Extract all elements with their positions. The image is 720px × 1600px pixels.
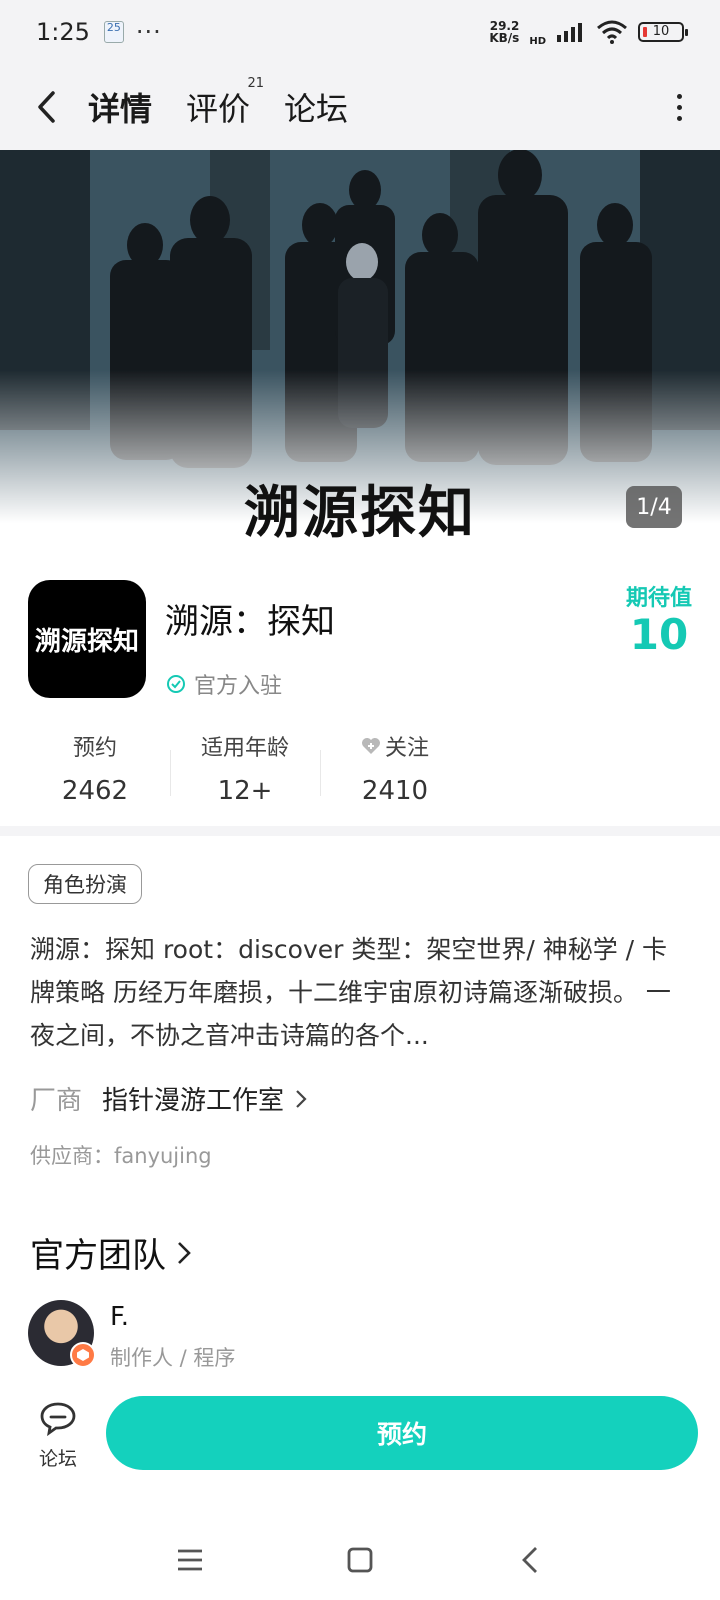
- forum-label: 论坛: [38, 1448, 77, 1470]
- stats-row: 预约 2462 适用年龄 12+ 关注 2410: [20, 730, 470, 802]
- chevron-right-icon: [296, 1089, 307, 1108]
- stat-followers-value: 2410: [361, 776, 429, 802]
- battery-level: 10: [652, 24, 670, 39]
- signal-icon: [557, 23, 582, 42]
- more-options-button[interactable]: [664, 87, 694, 127]
- member-role: 制作人 / 程序: [110, 1346, 236, 1370]
- stat-age-rating: 适用年龄 12+: [170, 730, 320, 802]
- supplier-info: 供应商：fanyujing: [30, 1144, 212, 1168]
- tab-details[interactable]: 详情: [84, 84, 156, 130]
- top-nav: 详情 评价 21 论坛: [0, 64, 720, 150]
- vendor-label: 厂商: [30, 1086, 83, 1116]
- game-description[interactable]: 溯源：探知 root：discover 类型：架空世界/ 神秘学 / 卡牌策略 …: [30, 928, 690, 1057]
- status-indicators: 29.2 KB/s HD 10: [489, 18, 688, 47]
- vendor-link[interactable]: 厂商 指针漫游工作室: [30, 1080, 308, 1117]
- stat-reservations-value: 2462: [61, 776, 129, 802]
- hd-label: HD: [529, 35, 546, 47]
- menu-button[interactable]: [170, 1540, 210, 1580]
- tab-reviews-count: 21: [247, 76, 265, 91]
- network-speed-unit: KB/s: [489, 31, 520, 45]
- game-title: 溯源：探知: [165, 602, 335, 642]
- network-speed: 29.2 KB/s: [489, 20, 519, 44]
- game-icon-text: 溯源探知: [34, 626, 139, 657]
- stat-followers[interactable]: 关注 2410: [320, 730, 470, 802]
- expectation-value: 10: [629, 610, 689, 659]
- expectation-score: 期待值 10: [626, 580, 692, 658]
- section-divider: [0, 826, 720, 836]
- game-app-icon: 溯源探知: [28, 580, 146, 698]
- team-section-title[interactable]: 官方团队: [30, 1228, 192, 1277]
- tab-reviews[interactable]: 评价 21: [186, 76, 264, 130]
- chevron-right-icon: [178, 1241, 191, 1264]
- battery-icon: 10: [638, 22, 688, 42]
- forum-chat-icon: [40, 1402, 76, 1437]
- stat-age-label: 适用年龄: [200, 736, 289, 761]
- tab-details-label: 详情: [88, 90, 153, 128]
- official-label: 官方入驻: [194, 674, 283, 699]
- genre-tag[interactable]: 角色扮演: [28, 864, 142, 904]
- official-verified: 官方入驻: [166, 668, 282, 700]
- back-button[interactable]: [26, 87, 66, 127]
- reserve-button[interactable]: 预约: [106, 1396, 698, 1470]
- expectation-label: 期待值: [625, 586, 692, 611]
- calendar-badge-icon: 25: [103, 21, 124, 43]
- stat-reservations-label: 预约: [72, 736, 117, 761]
- vendor-name: 指针漫游工作室: [102, 1086, 285, 1116]
- back-arrow-icon: [522, 1547, 537, 1573]
- stat-age-value: 12+: [217, 776, 273, 802]
- chevron-left-icon: [38, 91, 55, 123]
- team-title-label: 官方团队: [30, 1236, 166, 1276]
- status-bar: 1:25 25 ··· 29.2 KB/s HD 10: [0, 0, 720, 64]
- tab-reviews-label: 评价: [186, 90, 251, 128]
- wifi-icon: [597, 20, 627, 44]
- banner-page-indicator: 1/4: [626, 486, 682, 528]
- more-notifications-icon: ···: [135, 18, 162, 46]
- system-nav-bar: [0, 1520, 720, 1600]
- tab-forum[interactable]: 论坛: [284, 84, 348, 130]
- heart-plus-icon: [361, 738, 380, 754]
- tab-forum-label: 论坛: [284, 90, 349, 128]
- stat-reservations: 预约 2462: [20, 730, 170, 802]
- home-square-icon: [347, 1547, 373, 1573]
- developer-badge-icon: [70, 1342, 96, 1368]
- forum-shortcut-button[interactable]: 论坛: [28, 1400, 88, 1471]
- verified-check-icon: [167, 675, 185, 693]
- home-button[interactable]: [340, 1540, 380, 1580]
- system-back-button[interactable]: [510, 1540, 550, 1580]
- status-time: 1:25: [36, 18, 90, 46]
- menu-icon: [178, 1549, 202, 1571]
- banner-game-logo: 溯源探知: [244, 480, 476, 546]
- banner-carousel[interactable]: 溯源探知 1/4: [0, 150, 720, 550]
- member-name: F.: [110, 1302, 130, 1332]
- stat-followers-label: 关注: [384, 736, 429, 761]
